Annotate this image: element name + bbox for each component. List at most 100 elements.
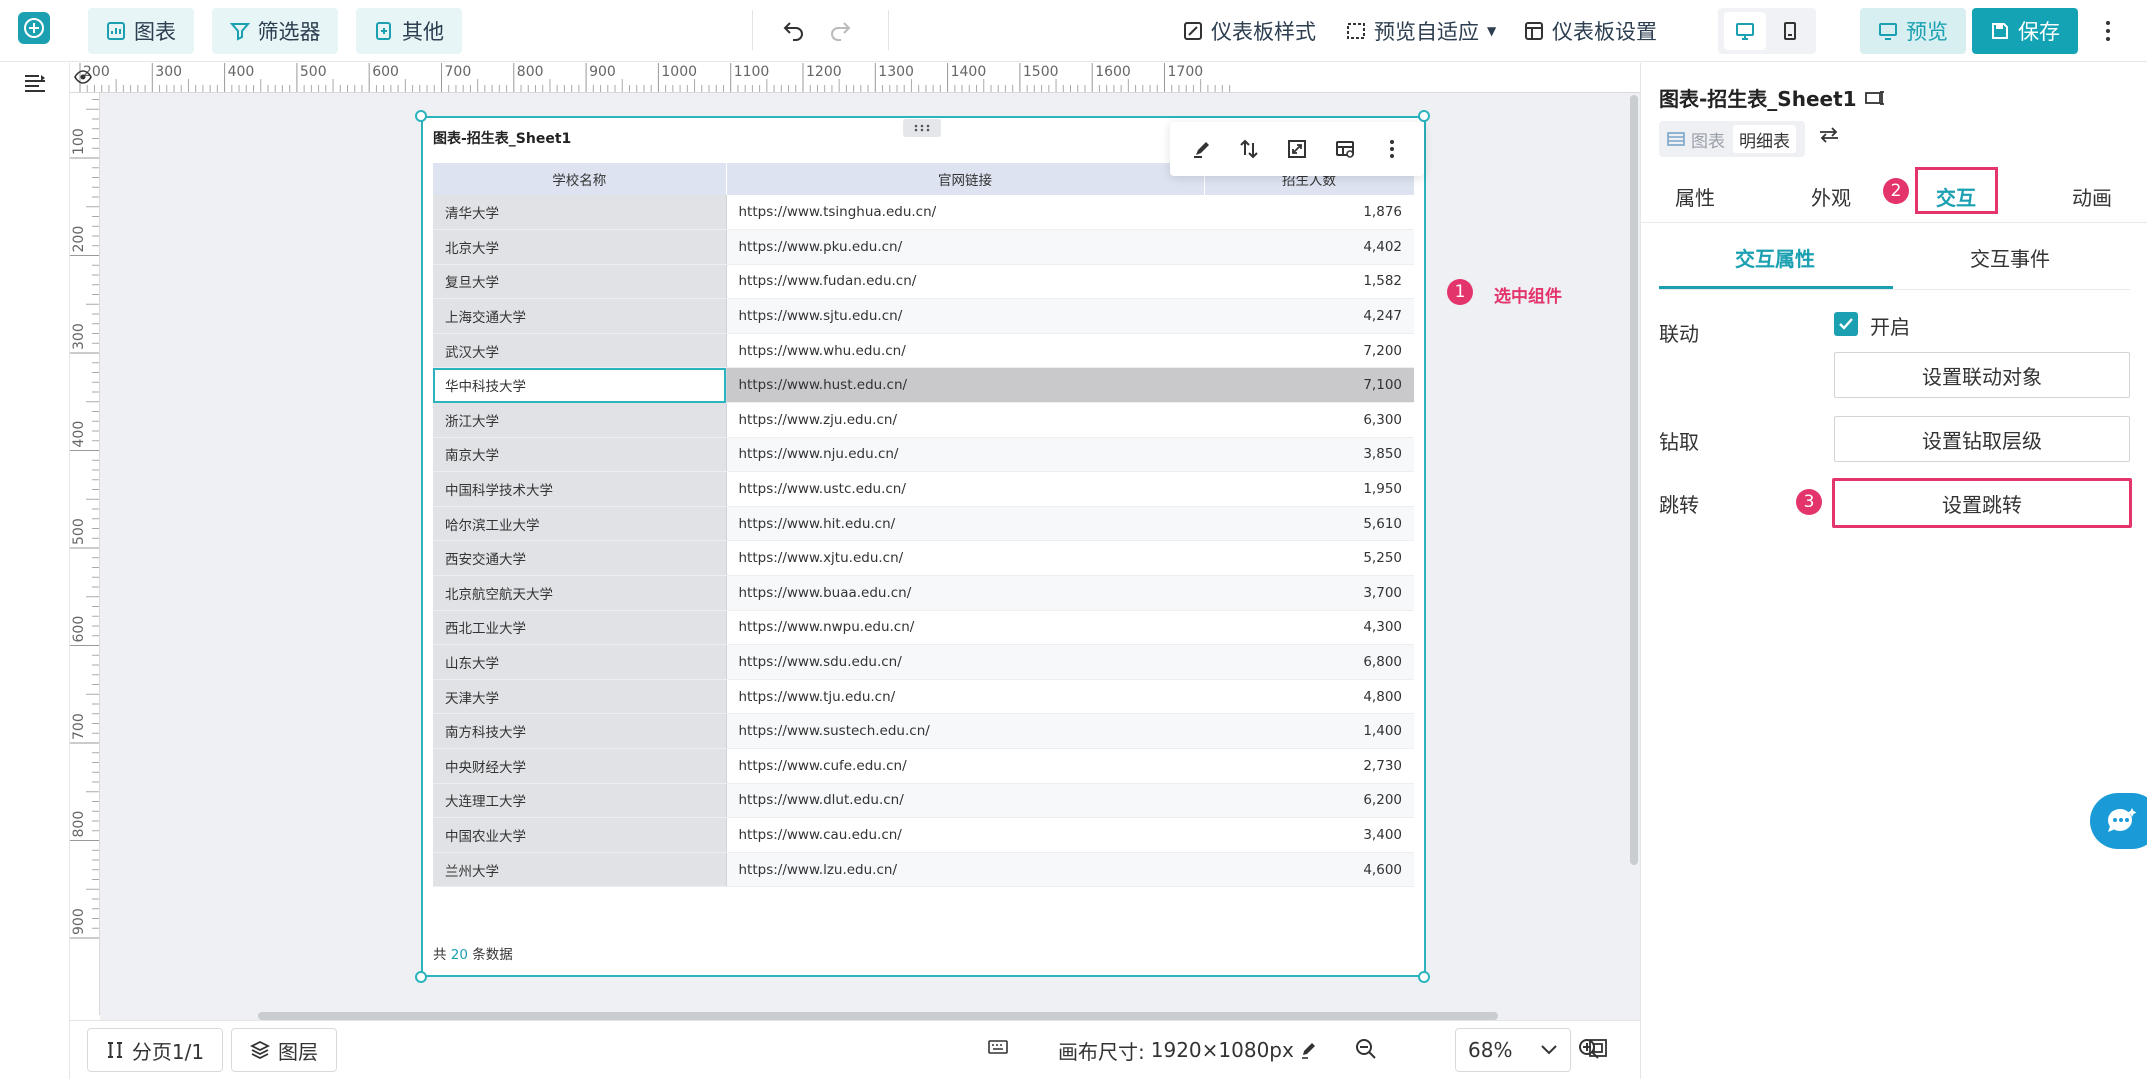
rename-icon[interactable] — [1864, 90, 1887, 106]
enrollment-cell[interactable]: 4,600 — [1204, 852, 1414, 888]
filter-button[interactable]: 筛选器 — [212, 8, 338, 54]
website-cell[interactable]: https://www.whu.edu.cn/ — [726, 333, 1204, 369]
enrollment-cell[interactable]: 4,402 — [1204, 229, 1414, 265]
set-linkage-target-button[interactable]: 设置联动对象 — [1834, 352, 2130, 398]
school-name-cell[interactable]: 南方科技大学 — [433, 713, 727, 749]
resize-handle-top-left[interactable] — [415, 110, 427, 122]
pagination-button[interactable]: 分页1/1 — [87, 1028, 223, 1072]
sort-button[interactable] — [1231, 131, 1267, 167]
school-name-cell[interactable]: 兰州大学 — [433, 852, 727, 888]
redo-icon[interactable] — [828, 18, 852, 46]
website-cell[interactable]: https://www.buaa.edu.cn/ — [726, 575, 1204, 611]
resize-handle-bottom-left[interactable] — [415, 971, 427, 983]
enrollment-cell[interactable]: 6,800 — [1204, 644, 1414, 680]
enrollment-cell[interactable]: 1,876 — [1204, 195, 1414, 231]
swap-icon[interactable] — [1818, 126, 1840, 148]
enrollment-cell[interactable]: 7,100 — [1204, 367, 1414, 404]
enrollment-cell[interactable]: 4,800 — [1204, 679, 1414, 715]
chart-button[interactable]: 图表 — [88, 8, 194, 54]
table-row[interactable]: 北京航空航天大学 https://www.buaa.edu.cn/3,700 — [433, 575, 1414, 611]
tab-appearance[interactable]: 外观 — [1811, 180, 1851, 212]
eye-icon[interactable] — [74, 70, 92, 88]
website-cell[interactable]: https://www.sustech.edu.cn/ — [726, 713, 1204, 749]
other-button[interactable]: 其他 — [356, 8, 462, 54]
fit-to-screen-icon[interactable] — [1588, 1038, 1608, 1062]
school-name-cell[interactable]: 复旦大学 — [433, 264, 727, 300]
preview-button[interactable]: 预览 — [1860, 8, 1966, 54]
zoom-select[interactable]: 68% — [1455, 1028, 1571, 1072]
website-cell[interactable]: https://www.lzu.edu.cn/ — [726, 852, 1204, 888]
enrollment-cell[interactable]: 4,247 — [1204, 298, 1414, 334]
enrollment-cell[interactable]: 1,582 — [1204, 264, 1414, 300]
enrollment-cell[interactable]: 3,400 — [1204, 817, 1414, 853]
website-cell[interactable]: https://www.ustc.edu.cn/ — [726, 471, 1204, 507]
table-row[interactable]: 华中科技大学 https://www.hust.edu.cn/7,100 — [433, 367, 1414, 404]
website-cell[interactable]: https://www.tju.edu.cn/ — [726, 679, 1204, 715]
resize-handle-bottom-right[interactable] — [1418, 971, 1430, 983]
school-name-cell[interactable]: 西安交通大学 — [433, 540, 727, 577]
table-row[interactable]: 天津大学 https://www.tju.edu.cn/4,800 — [433, 679, 1414, 715]
set-jump-button[interactable]: 设置跳转 — [1832, 478, 2132, 528]
table-row[interactable]: 中央财经大学 https://www.cufe.edu.cn/2,730 — [433, 748, 1414, 784]
school-name-cell[interactable]: 清华大学 — [433, 195, 727, 231]
table-row[interactable]: 南京大学 https://www.nju.edu.cn/3,850 — [433, 437, 1414, 473]
school-name-cell[interactable]: 南京大学 — [433, 437, 727, 473]
edit-button[interactable] — [1184, 131, 1220, 167]
website-cell[interactable]: https://www.sjtu.edu.cn/ — [726, 298, 1204, 334]
school-name-cell[interactable]: 大连理工大学 — [433, 783, 727, 819]
website-cell[interactable]: https://www.sdu.edu.cn/ — [726, 644, 1204, 680]
table-row[interactable]: 中国科学技术大学 https://www.ustc.edu.cn/1,950 — [433, 471, 1414, 507]
school-name-cell[interactable]: 中国科学技术大学 — [433, 471, 727, 507]
linkage-checkbox[interactable] — [1834, 312, 1858, 336]
table-row[interactable]: 山东大学 https://www.sdu.edu.cn/6,800 — [433, 644, 1414, 680]
table-row[interactable]: 复旦大学 https://www.fudan.edu.cn/1,582 — [433, 264, 1414, 300]
switch-chart-option[interactable]: 图表 — [1659, 121, 1733, 157]
tab-animation[interactable]: 动画 — [2072, 180, 2112, 212]
school-name-cell[interactable]: 北京航空航天大学 — [433, 575, 727, 611]
zoom-out-icon[interactable] — [1355, 1038, 1377, 1064]
drag-handle[interactable] — [903, 119, 941, 137]
layers-button[interactable]: 图层 — [231, 1028, 337, 1072]
website-cell[interactable]: https://www.zju.edu.cn/ — [726, 402, 1204, 438]
school-name-cell[interactable]: 哈尔滨工业大学 — [433, 506, 727, 542]
column-header[interactable]: 官网链接 — [726, 163, 1205, 195]
school-name-cell[interactable]: 浙江大学 — [433, 402, 727, 438]
website-cell[interactable]: https://www.cufe.edu.cn/ — [726, 748, 1204, 784]
website-cell[interactable]: https://www.tsinghua.edu.cn/ — [726, 195, 1204, 231]
mobile-view-button[interactable] — [1769, 12, 1811, 50]
enrollment-cell[interactable]: 5,610 — [1204, 506, 1414, 542]
website-cell[interactable]: https://www.dlut.edu.cn/ — [726, 783, 1204, 819]
dashboard-settings-button[interactable]: 仪表板设置 — [1524, 8, 1657, 54]
school-name-cell[interactable]: 山东大学 — [433, 644, 727, 680]
table-row[interactable]: 西北工业大学 https://www.nwpu.edu.cn/4,300 — [433, 610, 1414, 646]
edit-pencil-icon[interactable] — [1300, 1041, 1318, 1059]
website-cell[interactable]: https://www.nju.edu.cn/ — [726, 437, 1204, 473]
set-drill-level-button[interactable]: 设置钻取层级 — [1834, 416, 2130, 462]
switch-detail-option[interactable]: 明细表 — [1733, 125, 1796, 153]
website-cell[interactable]: https://www.xjtu.edu.cn/ — [726, 540, 1204, 577]
table-row[interactable]: 上海交通大学 https://www.sjtu.edu.cn/4,247 — [433, 298, 1414, 334]
enrollment-cell[interactable]: 6,200 — [1204, 783, 1414, 819]
chat-assistant-button[interactable] — [2090, 793, 2147, 849]
website-cell[interactable]: https://www.cau.edu.cn/ — [726, 817, 1204, 853]
undo-icon[interactable] — [782, 18, 806, 46]
chart-type-button[interactable] — [1327, 131, 1363, 167]
enrollment-cell[interactable]: 5,250 — [1204, 540, 1414, 577]
school-name-cell[interactable]: 上海交通大学 — [433, 298, 727, 334]
table-row[interactable]: 武汉大学 https://www.whu.edu.cn/7,200 — [433, 333, 1414, 369]
enrollment-cell[interactable]: 6,300 — [1204, 402, 1414, 438]
table-row[interactable]: 浙江大学 https://www.zju.edu.cn/6,300 — [433, 402, 1414, 438]
keyboard-icon[interactable] — [988, 1039, 1008, 1059]
table-row[interactable]: 南方科技大学 https://www.sustech.edu.cn/1,400 — [433, 713, 1414, 749]
subtab-interaction-properties[interactable]: 交互属性 — [1735, 243, 1815, 272]
table-row[interactable]: 中国农业大学 https://www.cau.edu.cn/3,400 — [433, 817, 1414, 853]
preview-adaptive-dropdown[interactable]: 预览自适应 ▼ — [1346, 8, 1496, 54]
dashboard-style-button[interactable]: 仪表板样式 — [1183, 8, 1316, 54]
tab-properties[interactable]: 属性 — [1675, 180, 1715, 212]
resize-handle-top-right[interactable] — [1418, 110, 1430, 122]
add-component-button[interactable] — [18, 12, 50, 44]
fullscreen-button[interactable] — [1279, 131, 1315, 167]
save-button[interactable]: 保存 — [1972, 8, 2078, 54]
widget-more-icon[interactable] — [1374, 131, 1410, 167]
website-cell[interactable]: https://www.nwpu.edu.cn/ — [726, 610, 1204, 646]
